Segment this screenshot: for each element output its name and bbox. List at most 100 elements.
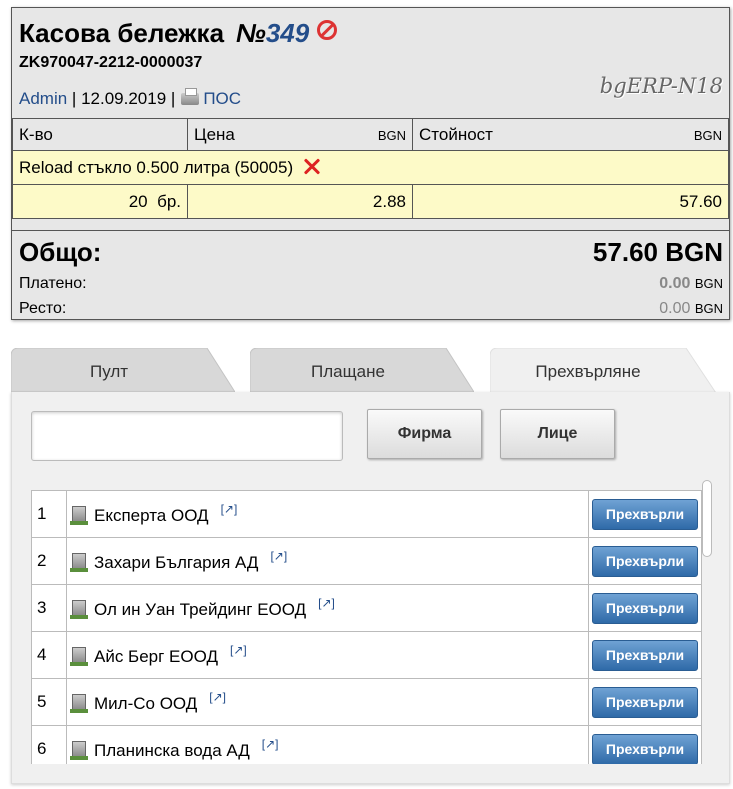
contragent-name[interactable]: Захари България АД	[94, 553, 258, 572]
scrollbar-thumb[interactable]	[702, 480, 712, 557]
action-cell: Прехвърли	[588, 631, 702, 679]
action-cell: Прехвърли	[588, 537, 702, 585]
paid-amount: 0.00 BGN	[659, 275, 723, 293]
building-icon	[70, 553, 88, 572]
column-header-price: Цена BGN	[187, 118, 413, 151]
person-button[interactable]: Лице	[500, 409, 615, 459]
total-label: Общо:	[19, 237, 102, 267]
change-amount: 0.00 BGN	[659, 300, 723, 318]
tab-transfer[interactable]: Прехвърляне	[490, 348, 716, 393]
receipt-number-prefix: №	[236, 18, 266, 48]
table-row: 4 Айс Берг ЕООД [↗] Прехвърли	[31, 631, 702, 679]
line-unit: бр.	[157, 191, 181, 211]
receipt-date: 12.09.2019	[81, 89, 167, 108]
meta-separator: |	[170, 89, 176, 108]
receipt-title-text: Касова бележка	[19, 18, 225, 48]
action-cell: Прехвърли	[588, 584, 702, 632]
column-qty-label: К-во	[19, 124, 53, 144]
contragent-name[interactable]: Ол ин Уан Трейдинг ЕООД	[94, 600, 306, 619]
meta-separator: |	[71, 89, 77, 108]
tool-tabs: Пулт Плащане Прехвърляне Фирма Лице 1 Екс…	[11, 348, 730, 786]
line-price-cell[interactable]: 2.88	[187, 184, 413, 219]
external-link-icon[interactable]: [↗]	[318, 596, 335, 610]
receipt-panel: Касова бележка №349 ZK970047-2212-0000037…	[11, 7, 730, 320]
transfer-button[interactable]: Прехвърли	[592, 545, 698, 577]
scrollbar[interactable]	[702, 480, 712, 756]
contragent-cell: Захари България АД [↗]	[66, 537, 589, 585]
external-link-icon[interactable]: [↗]	[262, 737, 279, 751]
table-row: 6 Планинска вода АД [↗] Прехвърли	[31, 725, 702, 764]
transfer-button[interactable]: Прехвърли	[592, 686, 698, 718]
building-icon	[70, 647, 88, 666]
building-icon	[70, 694, 88, 713]
paid-currency: BGN	[694, 276, 723, 291]
cancel-icon[interactable]	[317, 20, 338, 40]
transfer-button[interactable]: Прехвърли	[592, 498, 698, 530]
contragent-cell: Ол ин Уан Трейдинг ЕООД [↗]	[66, 584, 589, 632]
column-header-qty: К-во	[12, 118, 188, 151]
row-index: 4	[31, 631, 67, 679]
receipt-number: №349	[236, 18, 309, 48]
contragent-name[interactable]: Мил-Со ООД	[94, 694, 197, 713]
column-amount-label: Стойност	[419, 124, 493, 144]
contragent-cell: Експерта ООД [↗]	[66, 490, 589, 538]
delete-icon[interactable]	[303, 158, 321, 176]
tab-console[interactable]: Пулт	[11, 348, 235, 392]
paid-value: 0.00	[659, 275, 691, 292]
receipt-title: Касова бележка №349	[19, 18, 338, 49]
company-button[interactable]: Фирма	[367, 409, 482, 459]
contragent-name[interactable]: Айс Берг ЕООД	[94, 647, 218, 666]
line-amount: 57.60	[679, 191, 722, 211]
change-label: Ресто:	[19, 300, 67, 317]
product-row[interactable]: Reload стъкло 0.500 литра (50005)	[12, 150, 729, 185]
column-price-currency: BGN	[377, 128, 406, 143]
transfer-button[interactable]: Прехвърли	[592, 592, 698, 624]
line-qty: 20	[128, 191, 148, 211]
action-cell: Прехвърли	[588, 490, 702, 538]
brand-logo: bgERP-N18	[599, 74, 723, 98]
total-value: 57.60 BGN	[592, 237, 723, 267]
action-cell: Прехвърли	[588, 678, 702, 726]
receipt-header: Касова бележка №349 ZK970047-2212-0000037…	[12, 8, 729, 118]
action-cell: Прехвърли	[588, 725, 702, 764]
row-index: 5	[31, 678, 67, 726]
receipt-items-table: К-во Цена BGN Стойност BGN Reload стъкло 0…	[12, 118, 729, 219]
transfer-panel: Фирма Лице 1 Експерта ООД [↗] Прехвърли 2 Зах…	[11, 392, 730, 784]
contragent-name[interactable]: Експерта ООД	[94, 506, 209, 525]
row-index: 6	[31, 725, 67, 764]
table-row: 3 Ол ин Уан Трейдинг ЕООД [↗] Прехвърли	[31, 584, 702, 632]
receipt-number-digits: 349	[265, 18, 310, 48]
external-link-icon[interactable]: [↗]	[270, 549, 287, 563]
change-value: 0.00	[659, 300, 691, 317]
tab-payment-label: Плащане	[311, 362, 385, 381]
transfer-button[interactable]: Прехвърли	[592, 639, 698, 671]
external-link-icon[interactable]: [↗]	[221, 502, 238, 516]
contragent-cell: Планинска вода АД [↗]	[66, 725, 589, 764]
contragent-name[interactable]: Планинска вода АД	[94, 741, 250, 760]
row-index: 1	[31, 490, 67, 538]
change-currency: BGN	[694, 301, 723, 316]
column-amount-currency: BGN	[693, 128, 722, 143]
row-index: 2	[31, 537, 67, 585]
search-input[interactable]	[31, 411, 343, 461]
row-index: 3	[31, 584, 67, 632]
column-price-label: Цена	[194, 124, 235, 144]
building-icon	[70, 506, 88, 525]
line-qty-cell[interactable]: 20 бр.	[12, 184, 188, 219]
tab-transfer-label: Прехвърляне	[535, 362, 641, 381]
column-header-amount: Стойност BGN	[412, 118, 729, 151]
paid-label: Платено:	[19, 275, 87, 292]
building-icon	[70, 600, 88, 619]
transfer-button[interactable]: Прехвърли	[592, 733, 698, 764]
printer-icon[interactable]	[181, 88, 200, 105]
building-icon	[70, 741, 88, 760]
external-link-icon[interactable]: [↗]	[230, 643, 247, 657]
tab-payment[interactable]: Плащане	[250, 348, 474, 392]
line-amount-cell: 57.60	[412, 184, 729, 219]
product-name: Reload стъкло 0.500 литра (50005)	[19, 157, 294, 177]
pos-link[interactable]: ПОС	[203, 89, 241, 108]
line-price: 2.88	[372, 191, 406, 211]
receipt-meta: Admin | 12.09.2019 | ПОС	[19, 88, 241, 109]
user-link[interactable]: Admin	[19, 89, 67, 108]
external-link-icon[interactable]: [↗]	[209, 690, 226, 704]
